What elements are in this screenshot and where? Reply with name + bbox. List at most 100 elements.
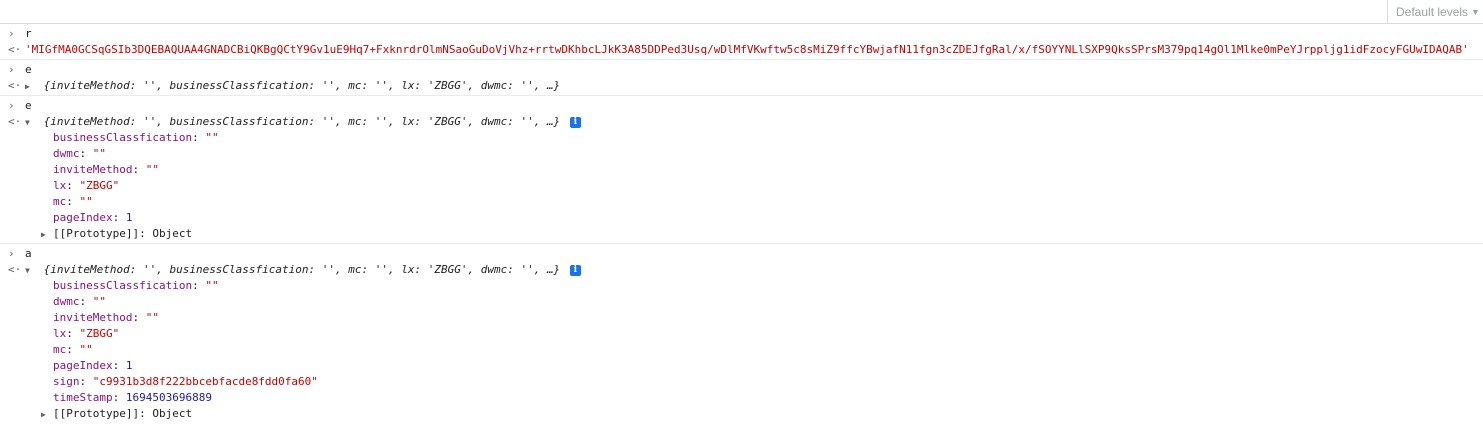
property-value: Object	[152, 407, 193, 420]
info-icon[interactable]: i	[569, 264, 581, 276]
console-result-line: <· ▼ {inviteMethod: '', businessClassfic…	[0, 262, 1483, 278]
object-property: dwmc: ""	[0, 294, 1483, 310]
input-prompt-icon: ›	[8, 63, 15, 76]
property-value: ""	[92, 295, 106, 308]
property-value: Object	[152, 227, 193, 240]
property-key: dwmc	[53, 295, 80, 308]
log-levels-label: Default levels	[1396, 4, 1469, 19]
property-separator: :	[112, 391, 126, 404]
log-levels-dropdown[interactable]: Default levels ▼	[1387, 0, 1483, 23]
property-key: [[Prototype]]	[53, 227, 140, 240]
property-key: lx	[53, 327, 67, 340]
collapse-triangle-icon[interactable]: ▼	[25, 115, 37, 131]
property-value: ""	[145, 311, 159, 324]
object-preview[interactable]: {inviteMethod: '', businessClassfication…	[44, 263, 561, 276]
property-key: inviteMethod	[53, 311, 133, 324]
property-value: 1	[125, 211, 133, 224]
console-input-text: r	[25, 27, 32, 40]
object-property: pageIndex: 1	[0, 210, 1483, 226]
console-result-string[interactable]: 'MIGfMA0GCSqGSIb3DQEBAQUAA4GNADCBiQKBgQC…	[25, 43, 1469, 56]
prototype-row[interactable]: ▶ [[Prototype]]: Object	[0, 226, 1483, 242]
property-separator: :	[139, 407, 153, 420]
object-property: sign: "c9931b3d8f222bbcebfacde8fdd0fa60"	[0, 374, 1483, 390]
console-toolbar: Default levels ▼	[0, 0, 1483, 24]
console-entry-r: › r <· 'MIGfMA0GCSqGSIb3DQEBAQUAA4GNADCB…	[0, 24, 1483, 60]
property-key: lx	[53, 179, 67, 192]
property-separator: :	[66, 327, 80, 340]
property-value: ""	[145, 163, 159, 176]
property-key: businessClassfication	[53, 131, 193, 144]
object-preview[interactable]: {inviteMethod: '', businessClassfication…	[44, 79, 561, 92]
object-property: inviteMethod: ""	[0, 162, 1483, 178]
expand-triangle-icon[interactable]: ▶	[25, 79, 37, 95]
object-property: pageIndex: 1	[0, 358, 1483, 374]
console-input-line: › a	[0, 246, 1483, 262]
property-key: sign	[53, 375, 80, 388]
property-separator: :	[112, 359, 126, 372]
property-key: dwmc	[53, 147, 80, 160]
object-property: inviteMethod: ""	[0, 310, 1483, 326]
console-filter-input[interactable]	[0, 0, 1386, 23]
property-key: businessClassfication	[53, 279, 193, 292]
result-arrow-icon: <·	[8, 263, 22, 276]
console-result-line: <· ▶ {inviteMethod: '', businessClassfic…	[0, 78, 1483, 94]
property-value: ""	[92, 147, 106, 160]
property-value: ""	[79, 195, 93, 208]
property-separator: :	[66, 343, 80, 356]
input-prompt-icon: ›	[8, 247, 15, 260]
property-value: ""	[205, 279, 219, 292]
object-preview[interactable]: {inviteMethod: '', businessClassfication…	[44, 115, 561, 128]
object-property: timeStamp: 1694503696889	[0, 390, 1483, 406]
property-value: "ZBGG"	[79, 179, 120, 192]
property-separator: :	[139, 227, 153, 240]
expand-triangle-icon[interactable]: ▶	[41, 227, 53, 243]
console-input-line: › e	[0, 98, 1483, 114]
property-key: mc	[53, 195, 67, 208]
property-key: inviteMethod	[53, 163, 133, 176]
property-separator: :	[112, 211, 126, 224]
console-entry-e-collapsed: › e <· ▶ {inviteMethod: '', businessClas…	[0, 60, 1483, 96]
property-value: 1694503696889	[125, 391, 212, 404]
prototype-row[interactable]: ▶ [[Prototype]]: Object	[0, 406, 1483, 422]
property-value: "c9931b3d8f222bbcebfacde8fdd0fa60"	[92, 375, 318, 388]
property-separator: :	[66, 195, 80, 208]
collapse-triangle-icon[interactable]: ▼	[25, 263, 37, 279]
object-property: businessClassfication: ""	[0, 130, 1483, 146]
property-separator: :	[192, 131, 206, 144]
property-value: ""	[205, 131, 219, 144]
console-entry-e-expanded: › e <· ▼ {inviteMethod: '', businessClas…	[0, 96, 1483, 244]
console-input-line: › r	[0, 26, 1483, 42]
property-separator: :	[192, 279, 206, 292]
object-property: businessClassfication: ""	[0, 278, 1483, 294]
property-value: "ZBGG"	[79, 327, 120, 340]
object-property: mc: ""	[0, 342, 1483, 358]
property-key: mc	[53, 343, 67, 356]
chevron-down-icon: ▼	[1471, 6, 1480, 17]
info-icon[interactable]: i	[569, 116, 581, 128]
result-arrow-icon: <·	[8, 43, 22, 56]
object-property: lx: "ZBGG"	[0, 178, 1483, 194]
property-value: ""	[79, 343, 93, 356]
console-input-text: a	[25, 247, 32, 260]
input-prompt-icon: ›	[8, 99, 15, 112]
property-key: [[Prototype]]	[53, 407, 140, 420]
property-separator: :	[132, 163, 146, 176]
expand-triangle-icon[interactable]: ▶	[41, 407, 53, 423]
property-separator: :	[79, 295, 93, 308]
console-entry-a: › a <· ▼ {inviteMethod: '', businessClas…	[0, 244, 1483, 423]
property-separator: :	[79, 375, 93, 388]
property-value: 1	[125, 359, 133, 372]
console-result-line: <· ▼ {inviteMethod: '', businessClassfic…	[0, 114, 1483, 130]
object-property: lx: "ZBGG"	[0, 326, 1483, 342]
result-arrow-icon: <·	[8, 79, 22, 92]
console-input-line: › e	[0, 62, 1483, 78]
console-input-text: e	[25, 63, 32, 76]
console-input-text: e	[25, 99, 32, 112]
result-arrow-icon: <·	[8, 115, 22, 128]
property-key: timeStamp	[53, 391, 113, 404]
object-property: dwmc: ""	[0, 146, 1483, 162]
property-separator: :	[132, 311, 146, 324]
input-prompt-icon: ›	[8, 27, 15, 40]
console-result-line: <· 'MIGfMA0GCSqGSIb3DQEBAQUAA4GNADCBiQKB…	[0, 42, 1483, 58]
property-key: pageIndex	[53, 359, 113, 372]
